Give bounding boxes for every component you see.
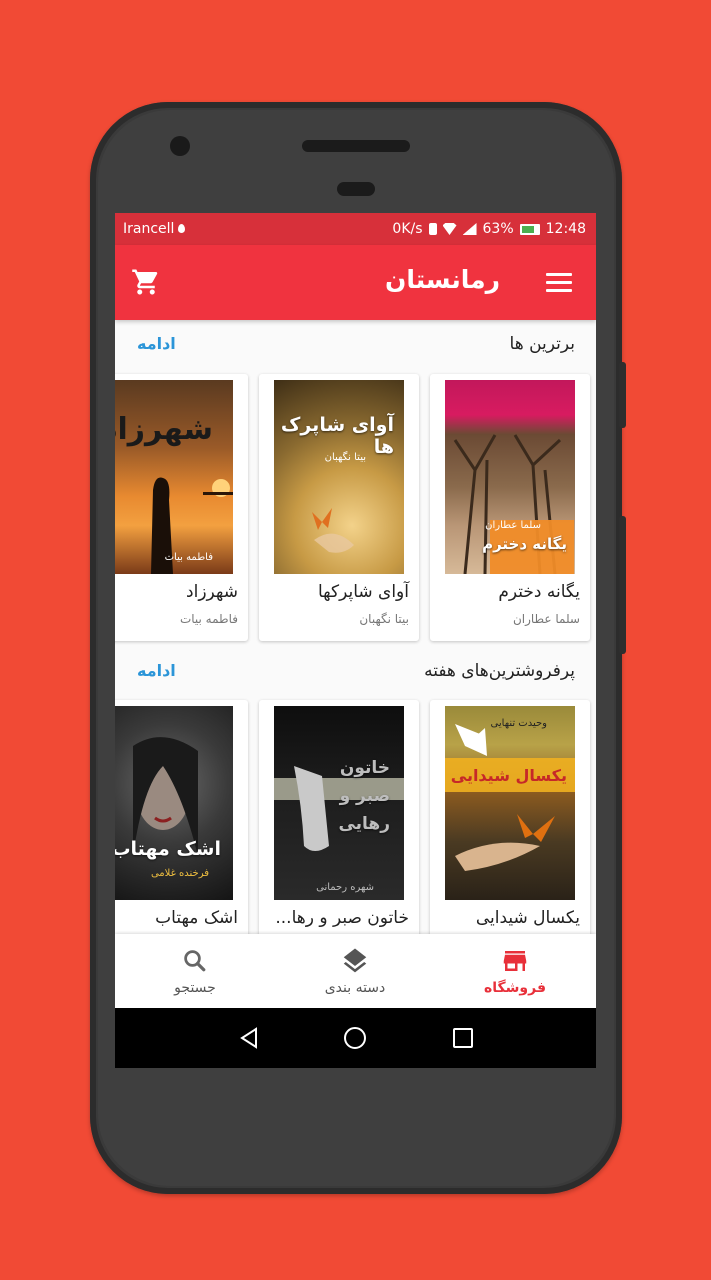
nav-store-label: فروشگاه	[483, 980, 546, 996]
cover-title: اشک مهتاب	[115, 838, 221, 860]
book-author: بیتا نگهبان	[359, 612, 409, 626]
power-button	[619, 362, 626, 428]
book-author: فاطمه بیات	[179, 612, 238, 626]
cover-author: وحیدت تنهایی	[490, 718, 547, 729]
vibrate-icon	[428, 223, 437, 235]
cart-icon[interactable]	[131, 267, 161, 297]
section-header-top: برترین ها ادامه	[115, 326, 596, 366]
store-icon	[503, 951, 527, 971]
nav-store[interactable]: فروشگاه	[435, 934, 595, 1008]
cover-title: یگانه دخترم	[482, 535, 567, 553]
cover-title: یکسال شیدایی	[450, 766, 567, 785]
cover-title: شهرزاد	[115, 412, 213, 447]
nav-categories-label: دسته بندی	[324, 980, 386, 996]
home-icon[interactable]	[344, 1027, 366, 1049]
front-camera	[170, 136, 190, 156]
carrier-name: Irancell	[123, 221, 175, 237]
more-link[interactable]: ادامه	[137, 334, 176, 353]
earpiece-speaker	[302, 140, 410, 152]
search-icon	[184, 950, 206, 972]
book-cover: شهرزاد فاطمه بیات	[115, 380, 233, 574]
system-navigation-bar	[115, 1008, 596, 1068]
cover-author: بیتا نگهبان	[324, 452, 366, 463]
book-title: یگانه دخترم	[498, 582, 580, 602]
layers-icon	[343, 948, 367, 973]
hamburger-menu-icon[interactable]	[546, 273, 572, 293]
book-card[interactable]: آوای شاپرک ها بیتا نگهبان آوای شاپرکها ب…	[259, 374, 419, 641]
clock: 12:48	[545, 221, 586, 237]
nav-search[interactable]: جستجو	[115, 934, 275, 1008]
battery-percent: 63%	[482, 221, 514, 237]
app-bar: رمانستان	[115, 245, 596, 320]
book-cover: اشک مهتاب فرخنده غلامی	[115, 706, 233, 900]
book-card[interactable]: خاتون صبر و رهایی شهره رحمانی خاتون صبر …	[259, 700, 419, 967]
signal-icon	[462, 223, 477, 235]
book-card[interactable]: وحیدت تنهایی یکسال شیدایی یکسال شیدایی	[430, 700, 590, 967]
recent-apps-icon[interactable]	[453, 1028, 473, 1048]
proximity-sensor	[337, 182, 375, 196]
book-card[interactable]: شهرزاد فاطمه بیات شهرزاد فاطمه بیات	[115, 374, 248, 641]
section-header-weekly: پرفروشترین‌های هفته ادامه	[115, 653, 596, 693]
cover-title: خاتون صبر و رهایی	[338, 758, 390, 834]
book-card[interactable]: اشک مهتاب فرخنده غلامی اشک مهتاب	[115, 700, 248, 967]
book-title: خاتون صبر و رها...	[275, 908, 409, 928]
battery-icon	[519, 223, 540, 235]
nav-categories[interactable]: دسته بندی	[275, 934, 435, 1008]
bottom-navigation: جستجو دسته بندی فروشگاه	[115, 934, 596, 1008]
app-screen: Irancell 0K/s 63% 12:48 رمانستان برترین …	[115, 213, 596, 1068]
cover-author: شهره رحمانی	[316, 882, 374, 893]
status-bar: Irancell 0K/s 63% 12:48	[115, 213, 596, 245]
book-cover: خاتون صبر و رهایی شهره رحمانی	[274, 706, 404, 900]
back-icon[interactable]	[239, 1027, 259, 1049]
volume-button	[619, 516, 626, 654]
book-cover: سلما عطاران یگانه دخترم	[445, 380, 575, 574]
cover-author: فرخنده غلامی	[150, 868, 209, 879]
cover-author: سلما عطاران	[485, 520, 541, 531]
book-cover: وحیدت تنهایی یکسال شیدایی	[445, 706, 575, 900]
book-cover: آوای شاپرک ها بیتا نگهبان	[274, 380, 404, 574]
book-title: آوای شاپرکها	[317, 582, 409, 602]
book-title: شهرزاد	[186, 582, 238, 602]
section-title: برترین ها	[509, 334, 575, 354]
book-title: اشک مهتاب	[155, 908, 238, 928]
book-card[interactable]: سلما عطاران یگانه دخترم یگانه دخترم سلما…	[430, 374, 590, 641]
book-title: یکسال شیدایی	[475, 908, 580, 928]
app-title: رمانستان	[384, 265, 500, 294]
book-author: سلما عطاران	[512, 612, 580, 626]
network-speed: 0K/s	[392, 221, 423, 237]
section-title: پرفروشترین‌های هفته	[424, 661, 575, 681]
carrier-label: Irancell	[123, 221, 186, 237]
status-icons: 0K/s 63% 12:48	[392, 221, 586, 237]
more-link[interactable]: ادامه	[137, 661, 176, 680]
wifi-icon	[442, 223, 457, 235]
cover-author: فاطمه بیات	[164, 552, 213, 563]
nav-search-label: جستجو	[174, 980, 216, 996]
drop-icon	[178, 224, 186, 233]
